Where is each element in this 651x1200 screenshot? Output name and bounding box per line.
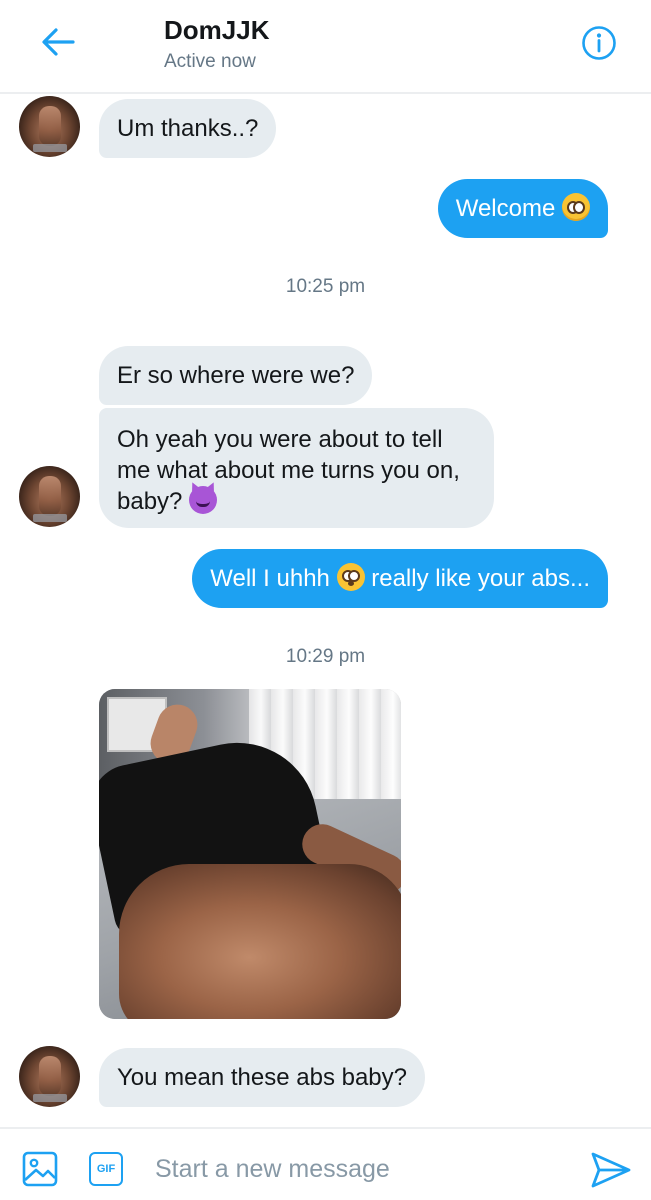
message-input[interactable]	[155, 1149, 555, 1189]
message-text-end: really like your abs...	[371, 565, 590, 592]
message-text: Er so where were we?	[117, 362, 355, 389]
photo-message[interactable]	[99, 689, 401, 1019]
back-button[interactable]	[38, 22, 78, 62]
message-composer: GIF	[0, 1127, 651, 1200]
message-text: Welcome	[455, 195, 556, 222]
contact-name: DomJJK	[164, 15, 270, 45]
flushed-face-emoji-icon	[336, 563, 365, 591]
message-text: You mean these abs baby?	[117, 1064, 408, 1091]
outgoing-message[interactable]: Well I uhhh really like your abs...	[192, 549, 608, 608]
contact-avatar[interactable]	[19, 466, 80, 527]
send-icon	[591, 1152, 631, 1188]
message-text-start: Well I uhhh	[210, 565, 330, 592]
outgoing-message[interactable]: Welcome	[437, 179, 608, 238]
send-button[interactable]	[589, 1150, 633, 1190]
add-gif-button[interactable]: GIF	[88, 1151, 124, 1187]
incoming-message[interactable]: Oh yeah you were about to tell me what a…	[99, 408, 494, 528]
contact-avatar[interactable]	[19, 1046, 80, 1107]
presence-status: Active now	[164, 51, 256, 72]
incoming-message[interactable]: Er so where were we?	[99, 346, 373, 405]
contact-avatar[interactable]	[19, 96, 80, 157]
conversation-title-block[interactable]: DomJJK Active now	[164, 14, 269, 76]
smiling-devil-emoji-icon	[189, 486, 218, 514]
conversation-header: DomJJK Active now	[0, 0, 651, 94]
message-text: Um thanks..?	[117, 115, 259, 142]
message-text: Oh yeah you were about to tell me what a…	[117, 426, 460, 515]
incoming-message[interactable]: Um thanks..?	[99, 99, 277, 158]
message-timestamp: 10:29 pm	[285, 646, 366, 667]
message-timestamp: 10:25 pm	[285, 276, 366, 297]
add-photo-button[interactable]	[22, 1151, 58, 1187]
incoming-message[interactable]: You mean these abs baby?	[99, 1048, 426, 1107]
arrow-left-icon	[42, 28, 75, 56]
info-icon	[582, 26, 616, 60]
gif-icon: GIF	[89, 1152, 123, 1186]
pleading-face-emoji-icon	[562, 193, 590, 221]
conversation-info-button[interactable]	[578, 22, 620, 64]
image-icon	[22, 1151, 58, 1187]
